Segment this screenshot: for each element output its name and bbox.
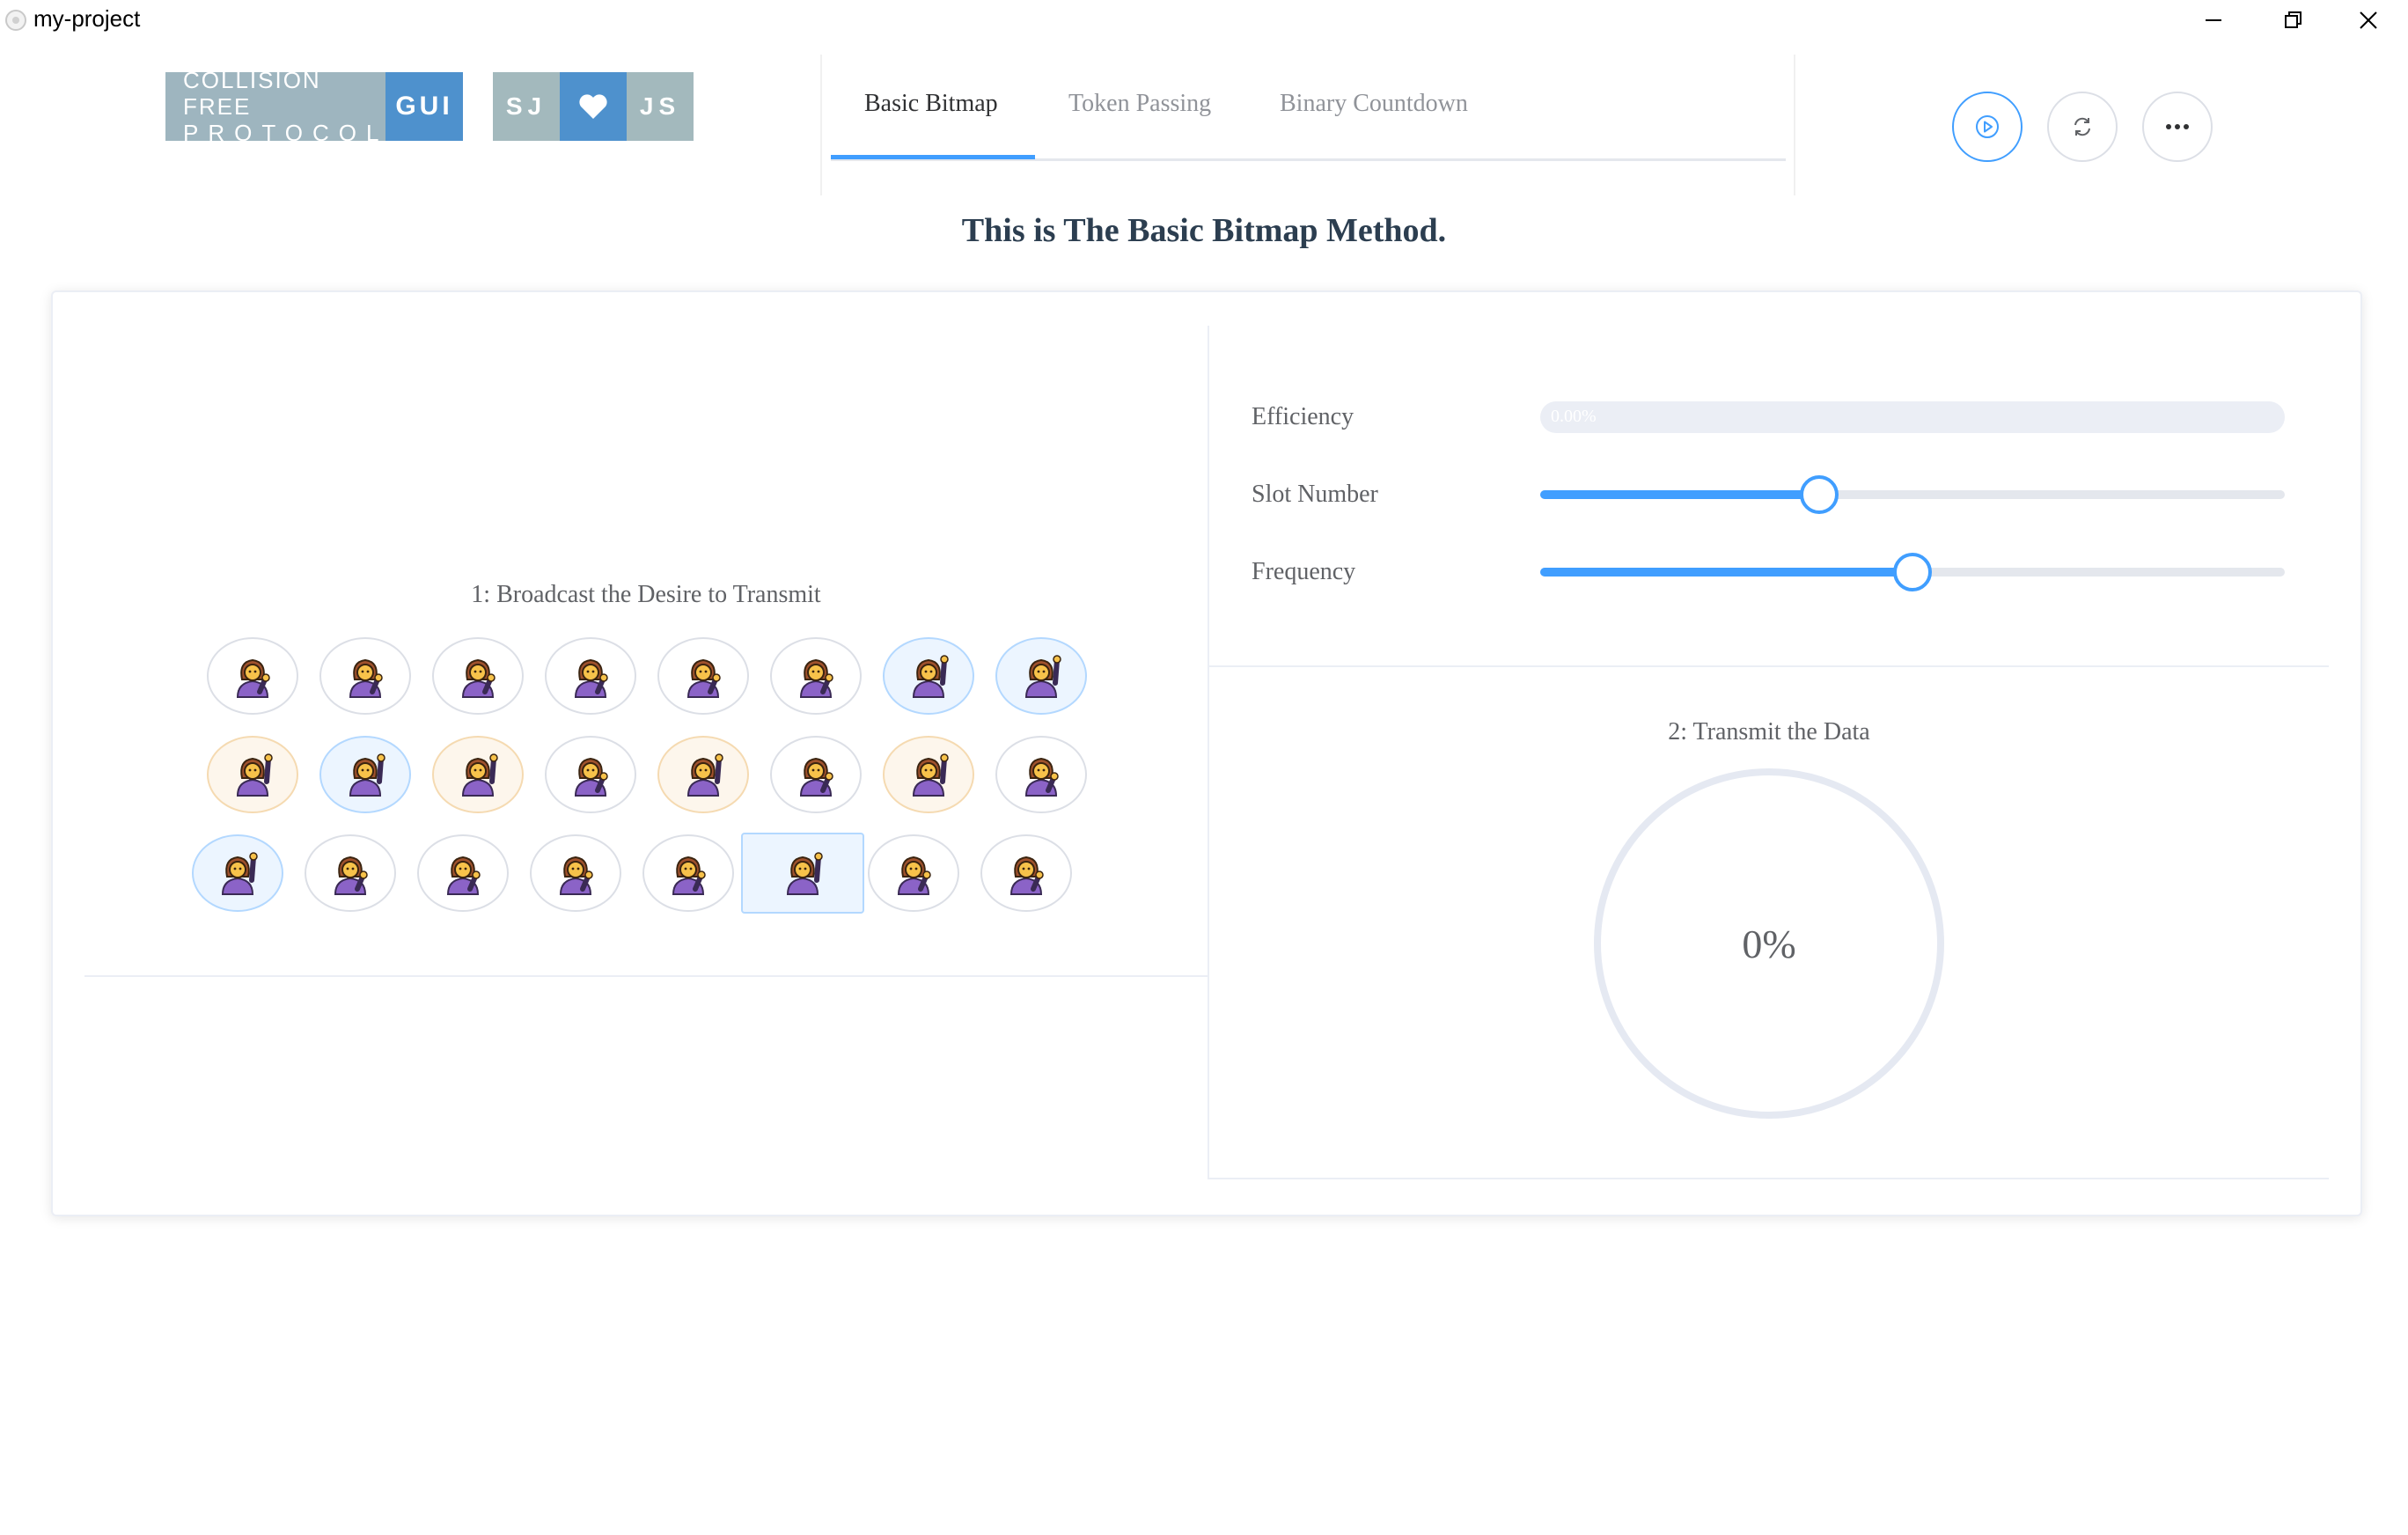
author-badge: SJ JS — [493, 72, 694, 141]
station-7[interactable] — [883, 637, 974, 715]
station-6[interactable] — [770, 637, 862, 715]
right-divider — [1209, 665, 2329, 667]
frequency-slider-fill — [1540, 568, 1912, 577]
protocol-badge-line1: COLLISION FREE — [183, 67, 321, 120]
person-raising-hand-icon — [1024, 655, 1061, 698]
left-divider — [84, 975, 1208, 977]
refresh-icon — [2074, 117, 2090, 136]
transmit-label: 2: Transmit the Data — [1668, 718, 1870, 745]
station-13[interactable] — [657, 736, 749, 813]
person-tipping-hand-icon — [236, 658, 270, 698]
slot-number-label: Slot Number — [1252, 481, 1378, 508]
tab-binary-countdown[interactable]: Binary Countdown — [1280, 90, 1468, 118]
person-tipping-hand-icon — [1024, 757, 1059, 797]
page-heading: This is The Basic Bitmap Method. — [961, 212, 1447, 249]
broadcast-label: 1: Broadcast the Desire to Transmit — [471, 581, 821, 608]
person-tipping-hand-icon — [897, 856, 931, 895]
slot-number-slider-fill — [1540, 490, 1819, 499]
person-tipping-hand-icon — [559, 856, 593, 895]
author-badge-heart — [560, 72, 627, 141]
minimize-button[interactable] — [2174, 0, 2253, 40]
tab-bar-container: Basic Bitmap Token Passing Binary Countd… — [820, 55, 1795, 195]
play-circle-icon — [1976, 115, 1999, 138]
station-17[interactable] — [192, 834, 283, 912]
station-19[interactable] — [417, 834, 509, 912]
person-raising-hand-icon — [221, 852, 258, 895]
more-icon — [2166, 124, 2189, 129]
station-23[interactable] — [868, 834, 959, 912]
station-14[interactable] — [770, 736, 862, 813]
protocol-badge-tag: GUI — [385, 72, 463, 141]
station-5[interactable] — [657, 637, 749, 715]
person-raising-hand-icon — [686, 753, 723, 797]
transmit-progress-text: 0% — [1742, 921, 1796, 966]
more-button[interactable] — [2142, 92, 2213, 162]
station-21[interactable] — [642, 834, 734, 912]
station-20[interactable] — [530, 834, 621, 912]
app-icon — [5, 10, 26, 31]
person-tipping-hand-icon — [686, 658, 721, 698]
person-raising-hand-icon — [461, 753, 498, 797]
window-title: my-project — [33, 5, 141, 32]
slot-number-slider[interactable] — [1540, 475, 2285, 514]
close-icon — [2360, 11, 2377, 29]
restore-icon — [2285, 11, 2302, 28]
station-12[interactable] — [545, 736, 636, 813]
person-tipping-hand-icon — [672, 856, 706, 895]
station-22[interactable] — [741, 833, 864, 914]
station-2[interactable] — [319, 637, 411, 715]
tab-active-indicator — [831, 155, 1035, 159]
person-raising-hand-icon — [912, 753, 949, 797]
protocol-badge-line2: PROTOCOL — [183, 120, 389, 146]
person-tipping-hand-icon — [461, 658, 496, 698]
person-tipping-hand-icon — [349, 658, 383, 698]
station-3[interactable] — [432, 637, 524, 715]
title-bar: my-project — [0, 0, 2408, 40]
slot-number-slider-handle[interactable] — [1800, 475, 1839, 514]
efficiency-value: 0.00% — [1551, 407, 1597, 426]
station-10[interactable] — [319, 736, 411, 813]
person-tipping-hand-icon — [574, 658, 608, 698]
restore-button[interactable] — [2253, 0, 2332, 40]
person-raising-hand-icon — [912, 655, 949, 698]
person-raising-hand-icon — [786, 852, 823, 895]
person-raising-hand-icon — [349, 753, 385, 797]
station-1[interactable] — [207, 637, 298, 715]
station-8[interactable] — [995, 637, 1087, 715]
play-button[interactable] — [1952, 92, 2023, 162]
person-tipping-hand-icon — [334, 856, 368, 895]
station-4[interactable] — [545, 637, 636, 715]
station-9[interactable] — [207, 736, 298, 813]
close-button[interactable] — [2329, 0, 2408, 40]
person-tipping-hand-icon — [446, 856, 481, 895]
person-tipping-hand-icon — [574, 757, 608, 797]
protocol-badge: COLLISION FREE PROTOCOL GUI — [165, 67, 463, 146]
station-24[interactable] — [980, 834, 1072, 912]
station-11[interactable] — [432, 736, 524, 813]
efficiency-label: Efficiency — [1252, 403, 1354, 430]
station-15[interactable] — [883, 736, 974, 813]
tab-token-passing[interactable]: Token Passing — [1068, 90, 1211, 118]
frequency-slider-handle[interactable] — [1893, 553, 1932, 591]
person-raising-hand-icon — [236, 753, 273, 797]
person-tipping-hand-icon — [799, 658, 833, 698]
refresh-button[interactable] — [2047, 92, 2118, 162]
station-18[interactable] — [305, 834, 396, 912]
frequency-slider[interactable] — [1540, 553, 2285, 591]
author-badge-right: JS — [627, 72, 694, 141]
person-tipping-hand-icon — [1009, 856, 1044, 895]
minimize-icon — [2206, 19, 2221, 21]
protocol-badge-label: COLLISION FREE PROTOCOL — [165, 67, 385, 146]
heart-icon — [579, 94, 607, 119]
author-badge-left: SJ — [493, 72, 560, 141]
transmit-progress-circle: 0% — [1593, 768, 1945, 1120]
tab-basic-bitmap[interactable]: Basic Bitmap — [864, 90, 998, 118]
person-tipping-hand-icon — [799, 757, 833, 797]
frequency-label: Frequency — [1252, 558, 1356, 585]
efficiency-progress: 0.00% — [1540, 401, 2285, 433]
station-16[interactable] — [995, 736, 1087, 813]
